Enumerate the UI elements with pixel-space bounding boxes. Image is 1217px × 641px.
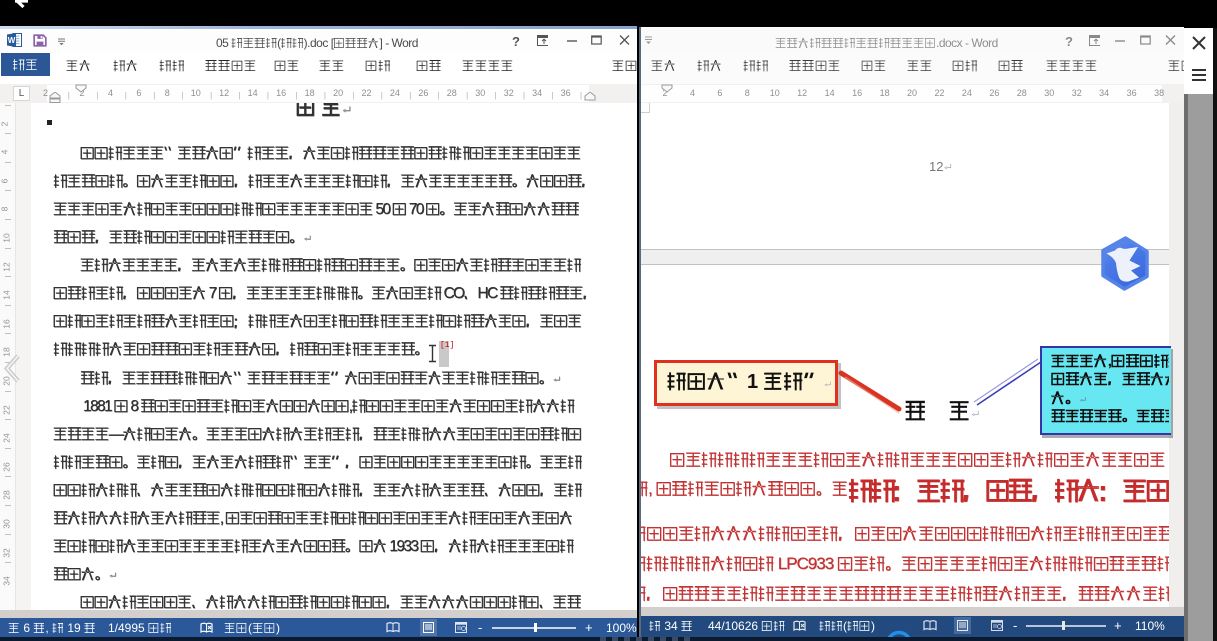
svg-text:W: W	[8, 36, 16, 45]
